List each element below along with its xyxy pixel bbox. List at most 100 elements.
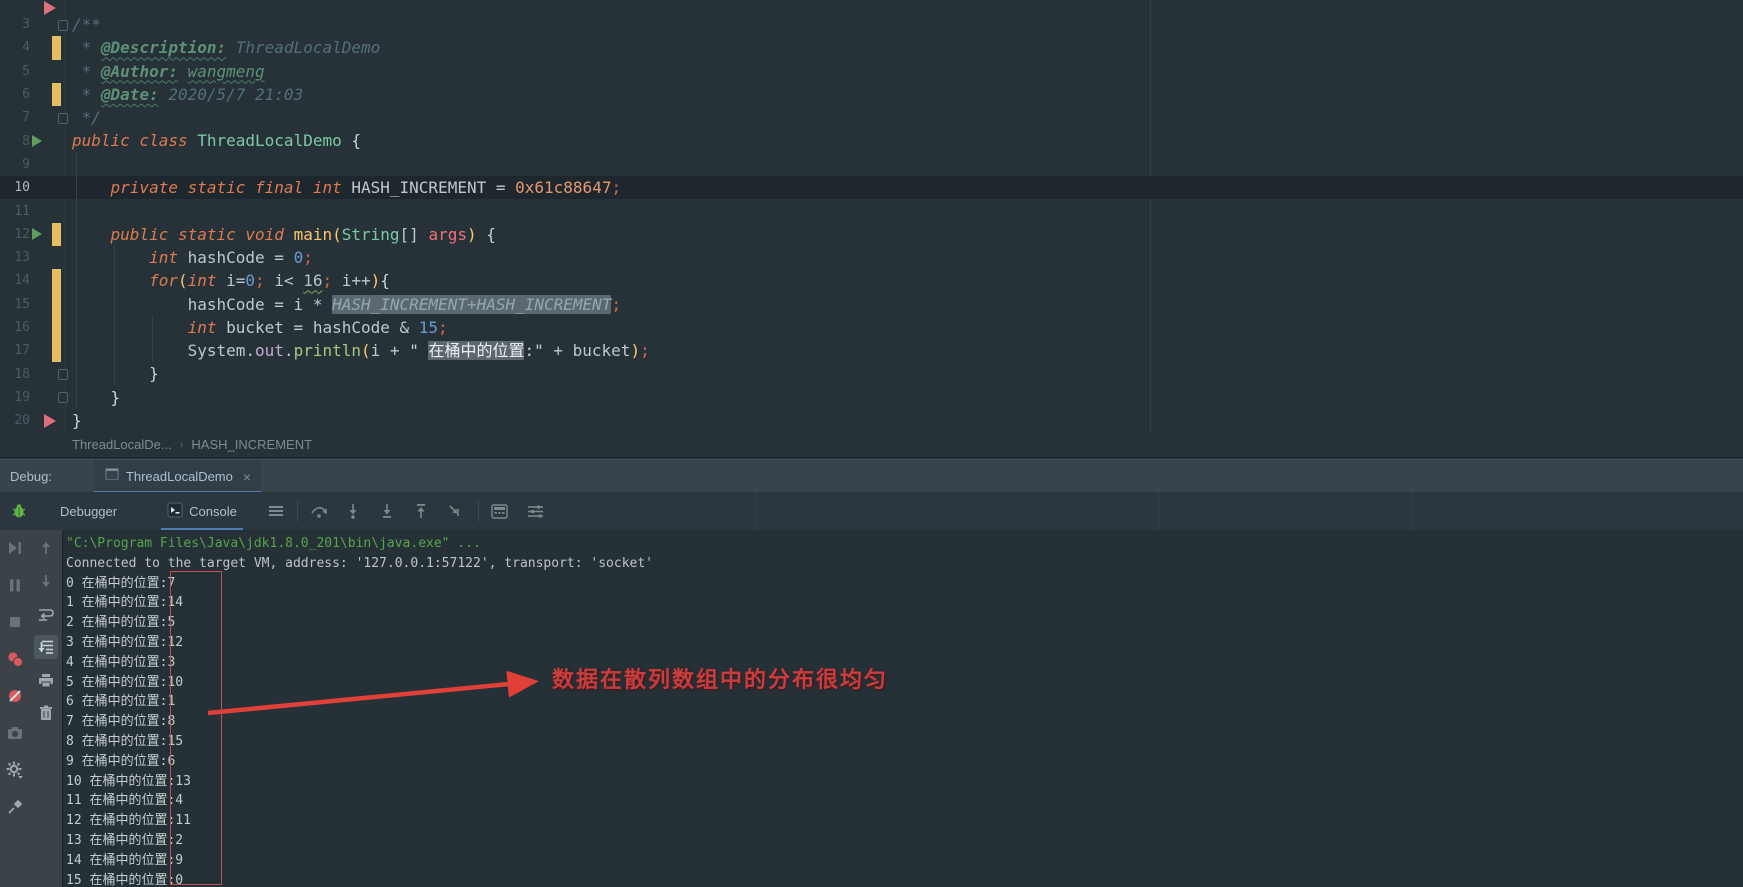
code-line[interactable]: 7 */ <box>0 106 1743 129</box>
code-line[interactable]: 6 * @Date: 2020/5/7 21:03 <box>0 83 1743 106</box>
debug-session-tab[interactable]: ThreadLocalDemo × <box>94 460 261 493</box>
fold-marker-icon[interactable] <box>58 369 68 380</box>
code-line[interactable]: 12 public static void main(String[] args… <box>0 223 1743 246</box>
code-line[interactable]: 10 private static final int HASH_INCREME… <box>0 176 1743 199</box>
annotation-text: 数据在散列数组中的分布很均匀 <box>552 662 888 694</box>
code-line[interactable]: 14 for(int i=0; i< 16; i++){ <box>0 269 1743 292</box>
tab-console[interactable]: Console <box>157 492 247 530</box>
step-over-icon[interactable] <box>306 498 332 524</box>
force-step-into-icon[interactable] <box>374 498 400 524</box>
code-line[interactable]: 15 hashCode = i * HASH_INCREMENT+HASH_IN… <box>0 293 1743 316</box>
pause-icon[interactable] <box>3 573 27 597</box>
code-segment: HASH_INCREMENT = <box>351 178 515 197</box>
console-line: 9 在桶中的位置:6 <box>66 752 653 772</box>
tab-debugger-label: Debugger <box>60 504 117 519</box>
code-segment: @Date: <box>101 85 159 104</box>
code-segment <box>72 271 149 290</box>
gutter-marks <box>30 176 72 199</box>
run-arrow-icon[interactable] <box>32 135 42 147</box>
line-number: 18 <box>0 367 30 382</box>
code-segment: ; <box>303 248 313 267</box>
code-line[interactable]: 3/** <box>0 13 1743 36</box>
close-icon[interactable]: × <box>243 469 251 485</box>
code-text: hashCode = i * HASH_INCREMENT+HASH_INCRE… <box>72 293 621 316</box>
pane-splitter[interactable] <box>1158 492 1159 530</box>
settings-gear-icon[interactable] <box>3 758 27 782</box>
pin-icon[interactable] <box>3 795 27 819</box>
line-number: 3 <box>0 17 30 32</box>
fold-marker-icon[interactable] <box>58 20 68 31</box>
evaluate-expression-icon[interactable] <box>487 498 513 524</box>
console-line: 1 在桶中的位置:14 <box>66 593 653 613</box>
change-bar <box>52 269 61 292</box>
soft-wrap-icon[interactable] <box>34 602 58 626</box>
debug-window-label: Debug: <box>10 469 52 484</box>
code-segment: private static final int <box>111 178 352 197</box>
code-segment: } <box>72 411 82 430</box>
line-number: 10 <box>0 180 30 195</box>
code-line[interactable]: 20} <box>0 409 1743 432</box>
code-line[interactable]: 16 int bucket = hashCode & 15; <box>0 316 1743 339</box>
code-segment: hashCode = <box>188 248 294 267</box>
code-line[interactable]: 19 } <box>0 386 1743 409</box>
code-segment: ; <box>611 178 621 197</box>
pane-splitter[interactable] <box>755 492 756 530</box>
up-arrow-icon[interactable] <box>34 536 58 560</box>
gutter-marks <box>30 106 72 129</box>
scroll-to-end-icon[interactable] <box>34 635 58 659</box>
code-segment: int <box>188 318 227 337</box>
view-breakpoints-icon[interactable] <box>3 647 27 671</box>
layout-menu-icon[interactable] <box>263 498 289 524</box>
console-line: 12 在桶中的位置:11 <box>66 811 653 831</box>
code-line[interactable]: 8public class ThreadLocalDemo { <box>0 129 1743 152</box>
stop-icon[interactable] <box>3 610 27 634</box>
code-segment: 0x61c88647 <box>515 178 611 197</box>
code-line[interactable]: 17 System.out.println(i + " 在桶中的位置:" + b… <box>0 339 1743 362</box>
code-segment: ; <box>438 318 448 337</box>
gutter-marks <box>30 409 72 432</box>
code-editor[interactable]: 3/**4 * @Description: ThreadLocalDemo5 *… <box>0 0 1743 432</box>
down-arrow-icon[interactable] <box>34 569 58 593</box>
code-segment: { <box>351 131 361 150</box>
print-icon[interactable] <box>34 668 58 692</box>
resume-icon[interactable] <box>3 536 27 560</box>
code-text: private static final int HASH_INCREMENT … <box>72 176 621 199</box>
bookmark-arrow-icon[interactable] <box>44 414 56 428</box>
code-segment <box>72 295 188 314</box>
line-number: 12 <box>0 227 30 242</box>
run-arrow-icon[interactable] <box>32 228 42 240</box>
change-bar <box>52 223 61 246</box>
pane-splitter[interactable] <box>1412 492 1413 530</box>
code-line[interactable]: 13 int hashCode = 0; <box>0 246 1743 269</box>
code-line[interactable]: 4 * @Description: ThreadLocalDemo <box>0 36 1743 59</box>
console-line: 2 在桶中的位置:5 <box>66 613 653 633</box>
code-segment: ThreadLocalDemo <box>226 38 380 57</box>
breadcrumb-member[interactable]: HASH_INCREMENT <box>191 437 312 452</box>
run-to-cursor-icon[interactable] <box>442 498 468 524</box>
screenshot-icon[interactable] <box>3 721 27 745</box>
step-into-icon[interactable] <box>340 498 366 524</box>
code-line[interactable]: 5 * @Author: wangmeng <box>0 60 1743 83</box>
code-segment: String <box>342 225 400 244</box>
code-line[interactable]: 9 <box>0 153 1743 176</box>
fold-marker-icon[interactable] <box>58 113 68 124</box>
console-panel[interactable]: "C:\Program Files\Java\jdk1.8.0_201\bin\… <box>0 530 1743 887</box>
change-bar <box>52 339 61 362</box>
code-line[interactable]: 11 <box>0 199 1743 222</box>
code-segment: 0 <box>294 248 304 267</box>
step-out-icon[interactable] <box>408 498 434 524</box>
settings-sliders-icon[interactable] <box>523 498 549 524</box>
code-line[interactable]: 18 } <box>0 362 1743 385</box>
code-segment: ( <box>178 271 188 290</box>
fold-marker-icon[interactable] <box>58 392 68 403</box>
code-text: for(int i=0; i< 16; i++){ <box>72 269 390 292</box>
code-segment: ) <box>371 271 381 290</box>
gutter-marks <box>30 246 72 269</box>
clear-all-icon[interactable] <box>34 701 58 725</box>
code-text: * @Author: wangmeng <box>72 60 265 83</box>
debug-process-icon <box>6 498 32 524</box>
tab-debugger[interactable]: Debugger <box>50 492 127 530</box>
breadcrumb-class[interactable]: ThreadLocalDe... <box>72 437 172 452</box>
mute-breakpoints-icon[interactable] <box>3 684 27 708</box>
code-segment: . <box>284 341 294 360</box>
